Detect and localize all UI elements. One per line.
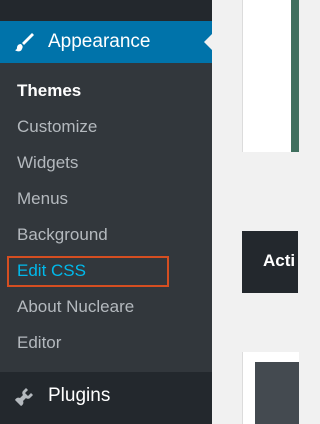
edit-css-highlight-box: [7, 256, 169, 287]
appearance-submenu: Themes Customize Widgets Menus Backgroun…: [0, 63, 212, 372]
submenu-item-themes[interactable]: Themes: [17, 80, 81, 102]
theme-card-bottom[interactable]: [242, 352, 299, 424]
admin-sidebar: Appearance Themes Customize Widgets Menu…: [0, 0, 212, 424]
menu-plugins[interactable]: Plugins: [0, 372, 212, 424]
submenu-item-customize[interactable]: Customize: [17, 116, 97, 138]
active-theme-label: Acti: [263, 251, 296, 270]
active-theme-bar: Acti: [242, 231, 298, 293]
submenu-item-about-nucleare[interactable]: About Nucleare: [17, 296, 134, 318]
submenu-item-menus[interactable]: Menus: [17, 188, 68, 210]
menu-plugins-label: Plugins: [48, 385, 111, 406]
paintbrush-icon: [12, 30, 36, 54]
content-area: Acti: [212, 0, 299, 424]
menu-appearance-label: Appearance: [48, 31, 151, 52]
submenu-item-editor[interactable]: Editor: [17, 332, 61, 354]
submenu-item-widgets[interactable]: Widgets: [17, 152, 78, 174]
theme-screenshot-2: [255, 362, 299, 424]
active-menu-arrow: [204, 34, 212, 50]
menu-appearance[interactable]: Appearance: [0, 21, 212, 63]
plug-icon: [12, 385, 36, 409]
theme-card-top[interactable]: [242, 0, 299, 152]
theme-screenshot: [291, 0, 299, 152]
submenu-item-background[interactable]: Background: [17, 224, 108, 246]
sidebar-top-strip: [0, 0, 212, 20]
